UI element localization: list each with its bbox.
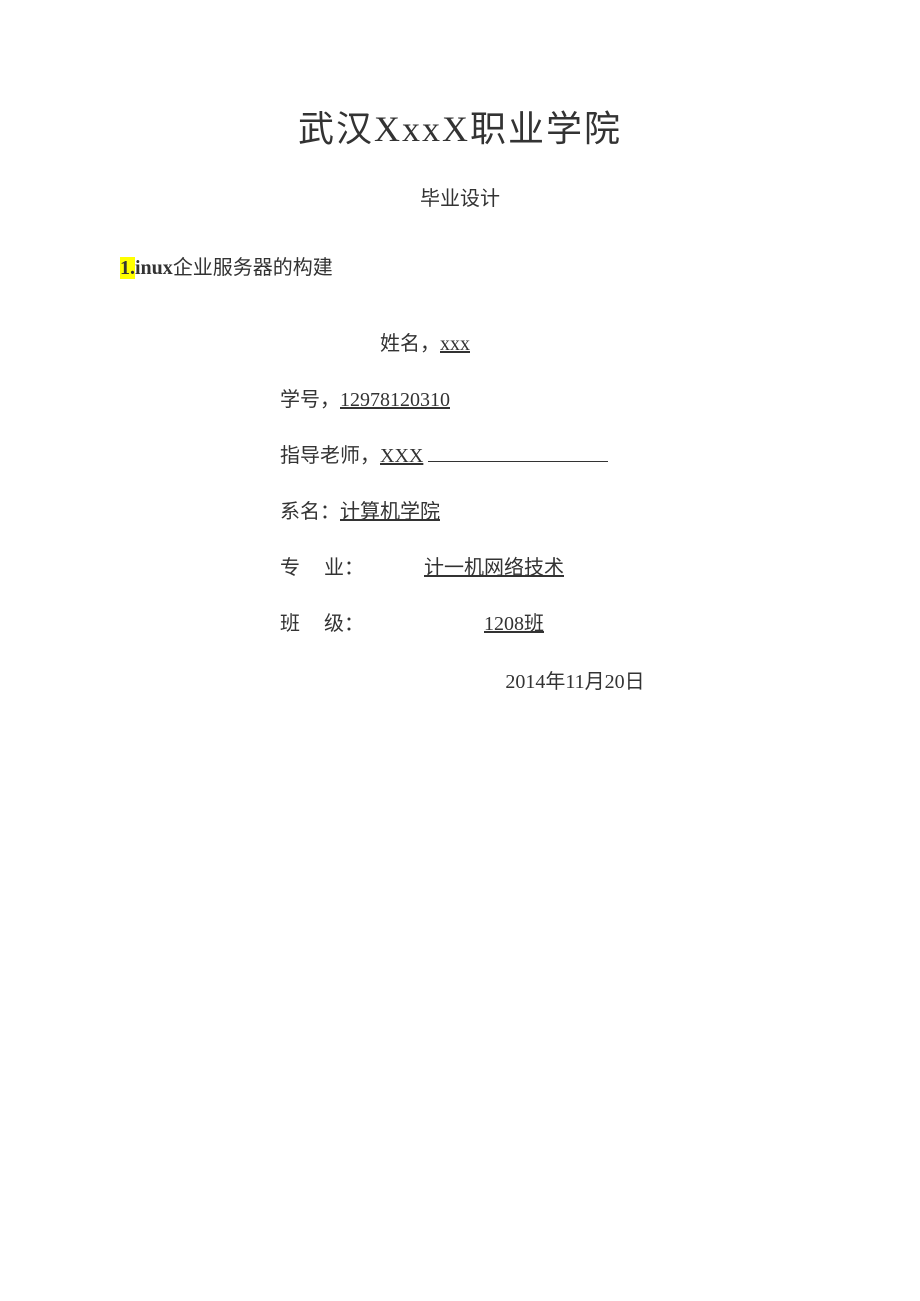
- institution-title: 武汉XxxX职业学院: [120, 100, 800, 152]
- major-value: 计一机网络技术: [424, 557, 564, 579]
- department-label: 系名：: [280, 501, 340, 523]
- thesis-topic: 1.inux企业服务器的构建: [120, 251, 800, 280]
- document-page: 武汉XxxX职业学院 毕业设计 1.inux企业服务器的构建 姓名，xxx 学号…: [0, 0, 920, 706]
- name-label: 姓名，: [380, 333, 440, 355]
- class-label-2: 级：: [324, 613, 364, 635]
- name-value: xxx: [440, 333, 470, 355]
- date-line: 2014年11月20日: [350, 658, 800, 706]
- class-row: 班级： 1208班: [280, 600, 800, 648]
- department-row: 系名：计算机学院: [280, 488, 800, 536]
- class-value: 1208班: [484, 613, 544, 635]
- major-row: 专业： 计一机网络技术: [280, 544, 800, 592]
- advisor-value: XXX: [380, 445, 423, 467]
- topic-rest: 企业服务器的构建: [173, 257, 333, 279]
- student-id-value: 12978120310: [340, 389, 450, 411]
- topic-bold: inux: [135, 257, 173, 279]
- advisor-blank-line: [428, 461, 608, 462]
- advisor-label: 指导老师，: [280, 445, 380, 467]
- class-label-1: 班: [280, 613, 324, 635]
- department-value: 计算机学院: [340, 501, 440, 523]
- major-label-1: 专: [280, 557, 324, 579]
- info-block: 姓名，xxx 学号，12978120310 指导老师，XXX 系名：计算机学院 …: [280, 320, 800, 706]
- student-id-row: 学号，12978120310: [280, 376, 800, 424]
- major-label-2: 业：: [324, 557, 364, 579]
- advisor-row: 指导老师，XXX: [280, 432, 800, 480]
- name-row: 姓名，xxx: [380, 320, 800, 368]
- document-subtitle: 毕业设计: [120, 182, 800, 211]
- student-id-label: 学号，: [280, 389, 340, 411]
- topic-highlight: 1.: [120, 257, 135, 279]
